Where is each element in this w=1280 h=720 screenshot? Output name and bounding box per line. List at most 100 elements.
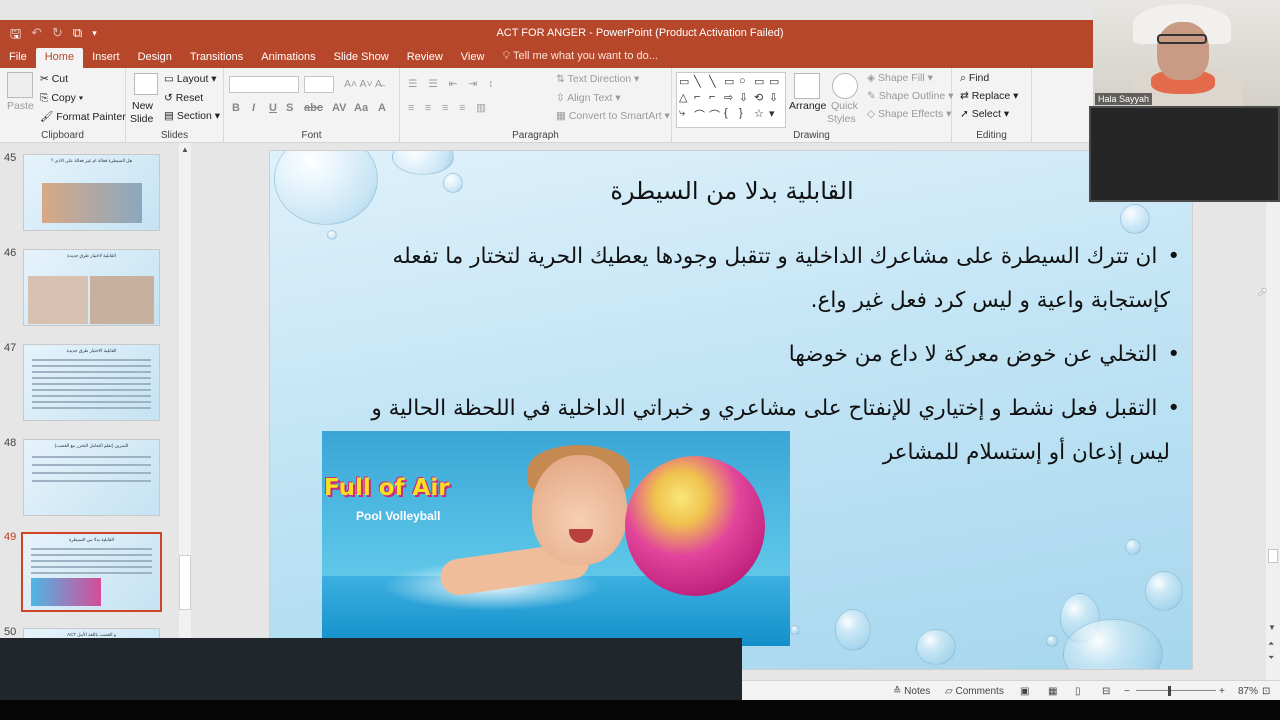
arrange-icon[interactable]	[794, 73, 820, 99]
paste-icon[interactable]	[7, 72, 33, 98]
select-button[interactable]: ➚ Select ▾	[960, 108, 1009, 120]
shape-effects-button[interactable]: ◇ Shape Effects ▾	[867, 108, 951, 120]
font-grow-shrink-icons[interactable]: A˄ A˅ A̶	[344, 78, 382, 90]
next-slide-icon[interactable]: ⏷	[1268, 653, 1274, 663]
tab-view[interactable]: View	[452, 48, 494, 68]
zoom-in-icon[interactable]: +	[1219, 686, 1225, 697]
tab-insert[interactable]: Insert	[83, 48, 129, 68]
normal-view-icon[interactable]: ▣	[1020, 686, 1029, 697]
italic-icon[interactable]: I	[252, 102, 255, 114]
tab-file[interactable]: File	[0, 48, 36, 68]
bullet-1-continuation[interactable]: كإستجابة واعية و ليس كرد فعل غير واع.	[290, 279, 1170, 323]
arrange-button[interactable]: Arrange	[789, 100, 826, 112]
paste-button[interactable]: Paste	[7, 100, 34, 112]
new-slide-icon[interactable]	[134, 73, 158, 95]
bullet-2[interactable]: التخلي عن خوض معركة لا داع من خوضها	[300, 333, 1180, 377]
slide-scrollbar[interactable]: ▼ ⏶ ⏷	[1266, 143, 1280, 680]
font-color-icon[interactable]: A	[378, 102, 386, 114]
quick-styles-icon[interactable]	[832, 73, 858, 99]
thumbnail-title: القابلية الاختيار طرق جديدة	[66, 348, 117, 353]
bullet-3[interactable]: التقبل فعل نشط و إختياري للإنفتاح على مش…	[300, 387, 1180, 431]
shape-fill-button[interactable]: ◈ Shape Fill ▾	[867, 72, 933, 84]
comments-button[interactable]: ▱ Comments	[945, 686, 1004, 697]
quick-styles-label-2[interactable]: Styles	[827, 113, 856, 125]
tab-design[interactable]: Design	[129, 48, 181, 68]
shape-outline-button[interactable]: ✎ Shape Outline ▾	[867, 90, 953, 102]
list-indent-icons[interactable]: ☰ ☰ ⇤ ⇥ ↕	[408, 78, 497, 90]
replace-button[interactable]: ⇄ Replace ▾	[960, 90, 1018, 102]
zoom-level[interactable]: 87%	[1238, 686, 1258, 697]
slide-thumbnail-49-selected[interactable]: القابلية بدلا من السيطرة	[21, 532, 162, 612]
slide-thumbnail-46[interactable]: القابلية لاختيار طرق جديدة	[23, 249, 160, 326]
zoom-out-icon[interactable]: −	[1124, 686, 1130, 697]
thumbnail-image	[31, 578, 101, 606]
tab-transitions[interactable]: Transitions	[181, 48, 252, 68]
section-button[interactable]: ▤ Section ▾	[164, 110, 220, 122]
align-text-icon: ⇳	[556, 92, 568, 104]
alignment-icons[interactable]: ≡ ≡ ≡ ≡ ▥	[408, 102, 490, 114]
format-painter-button[interactable]: 🖌︎ Format Painter	[40, 110, 126, 123]
change-case-icon[interactable]: Aa	[354, 102, 368, 114]
slide-scroll-thumb[interactable]	[1268, 549, 1278, 563]
strikethrough-icon[interactable]: abc	[304, 102, 323, 114]
copy-button[interactable]: ⎘ Copy ▾	[40, 92, 83, 105]
water-drop-decoration	[1046, 635, 1058, 647]
zoom-slider-thumb[interactable]	[1168, 686, 1171, 696]
tab-review[interactable]: Review	[398, 48, 452, 68]
thumbnail-number: 50	[4, 626, 17, 638]
reset-icon: ↺	[164, 92, 176, 104]
slide-photo-pool-volleyball[interactable]: Full of Air Pool Volleyball	[322, 431, 790, 646]
new-slide-label-2[interactable]: Slide	[130, 113, 153, 125]
paintbrush-icon: 🖌︎	[40, 111, 57, 123]
convert-smartart-button[interactable]: ▦ Convert to SmartArt ▾	[556, 110, 670, 122]
text-direction-button[interactable]: ⇅ Text Direction ▾	[556, 73, 639, 85]
zoom-slider[interactable]	[1136, 690, 1216, 691]
bold-icon[interactable]: B	[232, 102, 240, 114]
cut-button[interactable]: ✂ Cut	[40, 73, 68, 85]
slide-thumbnail-47[interactable]: القابلية الاختيار طرق جديدة	[23, 344, 160, 421]
font-size-select[interactable]	[304, 76, 334, 93]
notes-button[interactable]: ≙ Notes	[893, 686, 930, 697]
water-drop-decoration	[392, 151, 454, 175]
group-clipboard: Paste ✂ Cut ⎘ Copy ▾ 🖌︎ Format Painter C…	[0, 68, 126, 143]
effects-icon: ◇	[867, 108, 878, 120]
layout-button[interactable]: ▭ Layout ▾	[164, 73, 217, 85]
tab-home[interactable]: Home	[35, 48, 84, 68]
scroll-up-icon[interactable]: ▲	[181, 145, 189, 154]
reading-view-icon[interactable]: ▯	[1075, 686, 1081, 697]
tell-me-box[interactable]: 💡︎ Tell me what you want to do...	[493, 47, 666, 68]
char-spacing-icon[interactable]: AV	[332, 102, 346, 114]
slide-title[interactable]: القابلية بدلا من السيطرة	[270, 177, 1192, 205]
photo-brand-text: Full of Air	[324, 475, 450, 501]
previous-slide-icon[interactable]: ⏶	[1268, 639, 1274, 649]
paint-bucket-icon: ◈	[867, 72, 878, 84]
tab-animations[interactable]: Animations	[252, 48, 324, 68]
ribbon: Paste ✂ Cut ⎘ Copy ▾ 🖌︎ Format Painter C…	[0, 68, 1280, 143]
bullet-1[interactable]: ان تترك السيطرة على مشاعرك الداخلية و تت…	[300, 235, 1180, 279]
find-button[interactable]: ⌕ Find	[960, 72, 989, 85]
reset-button[interactable]: ↺ Reset	[164, 92, 203, 104]
thumbnail-scroll-thumb[interactable]	[179, 555, 191, 610]
slide-thumbnail-45[interactable]: هل السيطرة فعالة ام غير فعالة على الاذى …	[23, 154, 160, 231]
group-font: A˄ A˅ A̶ B I U S abc AV Aa A Font	[224, 68, 400, 143]
underline-icon[interactable]: U	[269, 102, 277, 114]
font-family-select[interactable]	[229, 76, 299, 93]
scroll-down-icon[interactable]: ▼	[1268, 623, 1276, 632]
current-slide[interactable]: القابلية بدلا من السيطرة ان تترك السيطرة…	[269, 150, 1193, 670]
water-drop-decoration	[790, 625, 800, 635]
slideshow-view-icon[interactable]: ⊟	[1102, 686, 1110, 697]
shapes-gallery[interactable]: ▭ ╲ ╲ ▭ ○ ▭ ▭ △ ⌐ ⌐ ⇨ ⇩ ⟲ ⇩ ⤷ ⌒ ⌒{} ☆ ▾	[676, 72, 786, 128]
fit-to-window-icon[interactable]: ⊡	[1262, 686, 1270, 697]
slide-thumbnail-50[interactable]: ACT و الغضب باللغة الأمل	[23, 628, 160, 638]
editing-label: Editing	[976, 130, 1007, 141]
align-text-button[interactable]: ⇳ Align Text ▾	[556, 92, 621, 104]
shadow-icon[interactable]: S	[286, 102, 293, 114]
tab-slide-show[interactable]: Slide Show	[325, 48, 398, 68]
slide-thumbnail-48[interactable]: التمرين (تعلم التعامل التحرر مع الغضب)	[23, 439, 160, 516]
thumbnail-scrollbar[interactable]: ▲	[179, 143, 191, 638]
photo-sub-text: Pool Volleyball	[356, 509, 441, 523]
slide-sorter-icon[interactable]: ▦	[1048, 686, 1057, 697]
new-slide-label-1[interactable]: New	[132, 100, 153, 112]
quick-styles-label-1[interactable]: Quick	[831, 100, 858, 112]
tell-me-text: Tell me what you want to do...	[513, 50, 658, 62]
